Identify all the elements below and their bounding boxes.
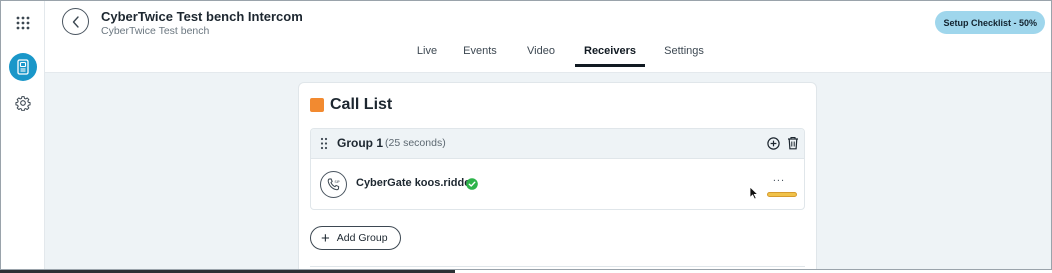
tab-events[interactable]: Events xyxy=(459,45,501,57)
add-group-button[interactable]: + Add Group xyxy=(310,226,401,250)
receiver-row: SIP CyberGate koos.ridder ... xyxy=(311,159,804,209)
page-title: CyberTwice Test bench Intercom xyxy=(101,9,303,24)
verified-check-icon xyxy=(466,177,478,195)
phone-sip-icon: SIP xyxy=(320,171,347,198)
group-header: Group 1 (25 seconds) xyxy=(311,129,804,159)
apps-grid-icon[interactable] xyxy=(10,10,36,36)
call-list-marker xyxy=(310,98,324,112)
tab-video[interactable]: Video xyxy=(523,45,559,57)
back-button[interactable] xyxy=(62,8,89,35)
page-subtitle: CyberTwice Test bench xyxy=(101,25,210,37)
tab-bar: Live Events Video Receivers Settings xyxy=(45,37,1051,73)
active-tab-indicator xyxy=(575,64,645,67)
mouse-pointer-icon xyxy=(749,186,759,200)
receiver-name: CyberGate koos.ridder xyxy=(356,177,475,189)
call-list-card: Call List Group 1 (25 seconds) SIP Cyber… xyxy=(298,82,817,269)
call-list-header: Call List xyxy=(310,96,392,114)
tab-live[interactable]: Live xyxy=(412,45,442,57)
svg-text:SIP: SIP xyxy=(334,180,339,184)
setup-checklist-button[interactable]: Setup Checklist - 50% xyxy=(935,11,1045,34)
add-circle-icon[interactable] xyxy=(767,137,780,155)
app-window: CyberTwice Test bench Intercom CyberTwic… xyxy=(0,0,1052,270)
add-group-label: Add Group xyxy=(336,232,388,244)
chevron-left-icon xyxy=(72,15,79,28)
group-name: Group 1 xyxy=(337,136,384,150)
left-rail xyxy=(1,1,45,269)
trash-icon[interactable] xyxy=(787,136,799,155)
plus-icon: + xyxy=(321,229,330,247)
group-duration: (25 seconds) xyxy=(385,137,446,149)
settings-gear-icon[interactable] xyxy=(10,90,36,116)
receiver-status-bar xyxy=(767,192,797,197)
intercom-nav-button[interactable] xyxy=(9,53,37,81)
call-list-title: Call List xyxy=(330,96,393,113)
receiver-more-button[interactable]: ... xyxy=(773,173,785,184)
call-group: Group 1 (25 seconds) SIP CyberGate koos.… xyxy=(310,128,805,210)
top-bar: CyberTwice Test bench Intercom CyberTwic… xyxy=(45,1,1051,73)
intercom-icon xyxy=(17,59,29,75)
drag-handle-icon[interactable] xyxy=(320,137,328,155)
tab-settings[interactable]: Settings xyxy=(661,45,707,57)
tab-receivers[interactable]: Receivers xyxy=(576,45,644,57)
